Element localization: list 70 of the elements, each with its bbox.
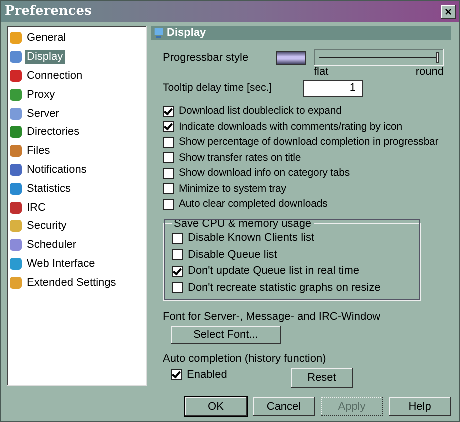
- tile-icon: [9, 182, 23, 196]
- sidebar-item[interactable]: Server: [25, 106, 62, 121]
- dialog-button[interactable]: OK: [185, 397, 247, 416]
- tile-icon: [9, 162, 23, 177]
- tile-icon: [9, 50, 23, 64]
- checkbox[interactable]: [163, 183, 174, 194]
- checkbox[interactable]: [163, 106, 174, 117]
- option-label: Disable Known Clients list: [188, 232, 315, 244]
- window-title: Preferences: [5, 4, 92, 19]
- checkbox[interactable]: [163, 168, 174, 179]
- checkbox[interactable]: [163, 136, 174, 148]
- tile-icon: [9, 256, 23, 271]
- sidebar-item[interactable]: Scheduler: [25, 238, 79, 252]
- sidebar-item[interactable]: Security: [25, 219, 69, 234]
- sidebar-item[interactable]: Connection: [25, 68, 85, 83]
- tile-icon: [9, 31, 23, 46]
- sidebar-item[interactable]: Display: [25, 50, 66, 64]
- checkbox[interactable]: [163, 152, 174, 164]
- dialog-button[interactable]: Help: [389, 397, 451, 416]
- option-label: Disable Queue list: [188, 248, 278, 261]
- tile-icon: [9, 219, 23, 234]
- checkbox[interactable]: [172, 266, 183, 277]
- reset-button[interactable]: Reset: [291, 368, 353, 388]
- field-label: Tooltip delay time [sec.]: [163, 82, 274, 94]
- option-label: Minimize to system tray: [179, 182, 286, 195]
- checkbox[interactable]: [171, 369, 182, 380]
- checkbox[interactable]: [163, 198, 174, 210]
- tooltip-delay-field[interactable]: 1: [303, 80, 363, 97]
- checkbox[interactable]: [172, 249, 183, 260]
- option-label: Don't update Queue list in real time: [188, 265, 360, 278]
- tile-icon: [9, 88, 23, 102]
- checkbox[interactable]: [163, 121, 174, 132]
- option-label: Show download info on category tabs: [179, 167, 350, 180]
- select-font-button[interactable]: Select Font...: [171, 326, 281, 344]
- option-label: Don't recreate statistic graphs on resize: [188, 282, 381, 294]
- tile-icon: [9, 276, 23, 290]
- sidebar-item[interactable]: Proxy: [25, 88, 58, 102]
- option-label: Show transfer rates on title: [179, 152, 302, 164]
- tile-icon: [9, 144, 23, 158]
- checkbox[interactable]: [172, 282, 183, 294]
- field-label: Progressbar style: [163, 52, 250, 64]
- progressbar-preview: [276, 51, 306, 66]
- tile-icon: [9, 106, 23, 121]
- sidebar-item[interactable]: General: [25, 31, 68, 46]
- slider-min-label: flat: [314, 66, 329, 78]
- monitor-icon: [154, 26, 164, 40]
- tile-icon: [9, 125, 23, 140]
- tile-icon: [9, 200, 23, 215]
- field-label: Font for Server-, Message- and IRC-Window: [163, 310, 382, 323]
- dialog-button[interactable]: Cancel: [253, 397, 315, 416]
- sidebar-item[interactable]: Files: [25, 144, 52, 158]
- slider-thumb[interactable]: [436, 52, 439, 64]
- option-label: Download list doubleclick to expand: [179, 105, 342, 118]
- slider-max-label: round: [416, 66, 444, 78]
- sidebar-item[interactable]: Notifications: [25, 162, 89, 177]
- panel-title: Display: [167, 27, 206, 40]
- option-label: Indicate downloads with comments/rating by icon: [179, 120, 403, 133]
- sidebar-item[interactable]: Web Interface: [25, 256, 98, 271]
- option-label: Enabled: [187, 368, 228, 381]
- field-label: Auto completion (history function): [163, 353, 328, 365]
- tile-icon: [9, 238, 23, 252]
- sidebar-item[interactable]: Extended Settings: [25, 276, 118, 290]
- option-label: Show percentage of download completion in progressbar: [179, 136, 439, 148]
- option-label: Auto clear completed downloads: [179, 198, 328, 210]
- sidebar-item[interactable]: Directories: [25, 125, 82, 140]
- sidebar-item[interactable]: IRC: [25, 200, 48, 215]
- sidebar-item[interactable]: Statistics: [25, 182, 74, 196]
- checkbox[interactable]: [172, 232, 183, 244]
- tile-icon: [9, 68, 23, 83]
- close-button[interactable]: ×: [441, 4, 456, 18]
